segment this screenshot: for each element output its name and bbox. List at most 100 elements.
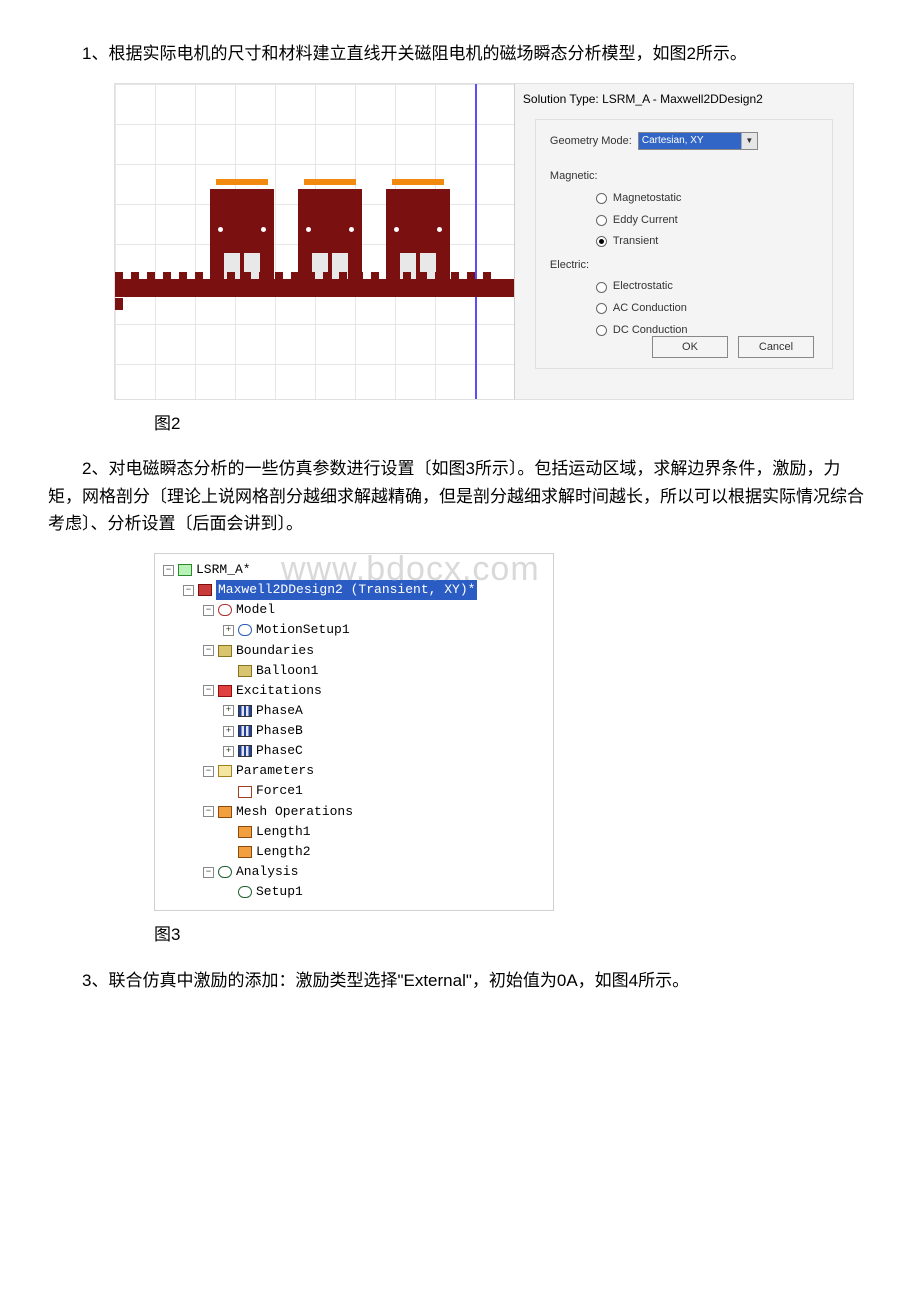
spacer-icon <box>223 665 234 676</box>
tree-phase-c[interactable]: + PhaseC <box>159 741 549 761</box>
force-icon <box>238 786 252 798</box>
cancel-button[interactable]: Cancel <box>738 336 814 358</box>
tree-motion[interactable]: + MotionSetup1 <box>159 620 549 640</box>
figure-2-caption: 图2 <box>48 410 872 437</box>
minus-icon[interactable]: − <box>203 645 214 656</box>
radio-label: Transient <box>613 233 658 251</box>
tree-design[interactable]: − Maxwell2DDesign2 (Transient, XY)* <box>159 580 549 600</box>
tree-setup[interactable]: Setup1 <box>159 882 549 902</box>
tree-label: MotionSetup1 <box>256 620 350 640</box>
tree-label: Force1 <box>256 781 303 801</box>
excitation-icon <box>218 685 232 697</box>
tree-label: Length1 <box>256 822 311 842</box>
ok-button[interactable]: OK <box>652 336 728 358</box>
tree-balloon[interactable]: Balloon1 <box>159 661 549 681</box>
folder-icon <box>218 645 232 657</box>
mesh-icon <box>218 806 232 818</box>
mover-block <box>298 189 362 279</box>
minus-icon[interactable]: − <box>203 867 214 878</box>
spacer-icon <box>223 826 234 837</box>
tree-label: Parameters <box>236 761 314 781</box>
tree-label: PhaseA <box>256 701 303 721</box>
geometry-mode-dropdown[interactable]: Cartesian, XY ▼ <box>638 132 758 150</box>
plus-icon[interactable]: + <box>223 746 234 757</box>
model-icon <box>218 604 232 616</box>
minus-icon[interactable]: − <box>183 585 194 596</box>
plus-icon[interactable]: + <box>223 625 234 636</box>
dialog-title: Solution Type: LSRM_A - Maxwell2DDesign2 <box>515 84 853 113</box>
radio-label: Magnetostatic <box>613 190 681 208</box>
page: 1、根据实际电机的尺寸和材料建立直线开关磁阻电机的磁场瞬态分析模型，如图2所示。 <box>0 0 920 1302</box>
paragraph-2: 2、对电磁瞬态分析的一些仿真参数进行设置〔如图3所示〕。包括运动区域，求解边界条… <box>48 455 872 537</box>
tree-label-selected: Maxwell2DDesign2 (Transient, XY)* <box>216 580 477 600</box>
winding-icon <box>238 705 252 717</box>
analysis-icon <box>218 866 232 878</box>
figure-3-caption: 图3 <box>48 921 872 948</box>
y-axis-line <box>475 84 477 399</box>
balloon-icon <box>238 665 252 677</box>
figure-2: Solution Type: LSRM_A - Maxwell2DDesign2… <box>114 83 854 400</box>
tree-length2[interactable]: Length2 <box>159 842 549 862</box>
radio-magnetostatic[interactable]: Magnetostatic <box>596 190 818 208</box>
radio-icon <box>596 236 607 247</box>
stator-track <box>115 279 514 297</box>
minus-icon[interactable]: − <box>203 806 214 817</box>
minus-icon[interactable]: − <box>203 766 214 777</box>
radio-label: Eddy Current <box>613 212 678 230</box>
radio-eddy-current[interactable]: Eddy Current <box>596 212 818 230</box>
radio-icon <box>596 215 607 226</box>
solution-type-dialog: Solution Type: LSRM_A - Maxwell2DDesign2… <box>514 84 853 399</box>
minus-icon[interactable]: − <box>203 685 214 696</box>
project-tree[interactable]: − LSRM_A* − Maxwell2DDesign2 (Transient,… <box>155 554 553 910</box>
plus-icon[interactable]: + <box>223 726 234 737</box>
radio-transient[interactable]: Transient <box>596 233 818 251</box>
magnetic-group-label: Magnetic: <box>550 168 818 186</box>
spacer-icon <box>223 887 234 898</box>
tree-force[interactable]: Force1 <box>159 781 549 801</box>
tree-length1[interactable]: Length1 <box>159 822 549 842</box>
tree-phase-a[interactable]: + PhaseA <box>159 701 549 721</box>
figure-3: www.bdocx.com − LSRM_A* − Maxwell2DDesig… <box>154 553 554 911</box>
tree-excitations[interactable]: − Excitations <box>159 681 549 701</box>
mover-block <box>386 189 450 279</box>
tree-label: Setup1 <box>256 882 303 902</box>
minus-icon[interactable]: − <box>163 565 174 576</box>
winding-icon <box>238 725 252 737</box>
tree-label: PhaseB <box>256 721 303 741</box>
tree-parameters[interactable]: − Parameters <box>159 761 549 781</box>
tree-phase-b[interactable]: + PhaseB <box>159 721 549 741</box>
plus-icon[interactable]: + <box>223 705 234 716</box>
mover-block <box>210 189 274 279</box>
tree-root[interactable]: − LSRM_A* <box>159 560 549 580</box>
tree-model[interactable]: − Model <box>159 600 549 620</box>
tree-label: Model <box>236 600 275 620</box>
design-icon <box>198 584 212 596</box>
tree-analysis[interactable]: − Analysis <box>159 862 549 882</box>
radio-icon <box>596 303 607 314</box>
paragraph-1: 1、根据实际电机的尺寸和材料建立直线开关磁阻电机的磁场瞬态分析模型，如图2所示。 <box>48 40 872 67</box>
model-canvas <box>115 84 514 399</box>
winding-icon <box>238 745 252 757</box>
tree-mesh[interactable]: − Mesh Operations <box>159 802 549 822</box>
tree-label: Balloon1 <box>256 661 318 681</box>
radio-label: AC Conduction <box>613 300 687 318</box>
mesh-length-icon <box>238 826 252 838</box>
radio-label: Electrostatic <box>613 278 673 296</box>
minus-icon[interactable]: − <box>203 605 214 616</box>
tree-boundaries[interactable]: − Boundaries <box>159 641 549 661</box>
radio-ac-conduction[interactable]: AC Conduction <box>596 300 818 318</box>
setup-icon <box>238 886 252 898</box>
tree-label: LSRM_A* <box>196 560 251 580</box>
paragraph-3: 3、联合仿真中激励的添加：激励类型选择"External"，初始值为0A，如图4… <box>48 967 872 994</box>
chevron-down-icon[interactable]: ▼ <box>741 133 757 149</box>
tree-label: PhaseC <box>256 741 303 761</box>
radio-icon <box>596 193 607 204</box>
spacer-icon <box>223 846 234 857</box>
radio-icon <box>596 325 607 336</box>
spacer-icon <box>223 786 234 797</box>
radio-electrostatic[interactable]: Electrostatic <box>596 278 818 296</box>
tree-label: Excitations <box>236 681 322 701</box>
project-icon <box>178 564 192 576</box>
electric-group-label: Electric: <box>550 257 818 275</box>
mesh-length-icon <box>238 846 252 858</box>
